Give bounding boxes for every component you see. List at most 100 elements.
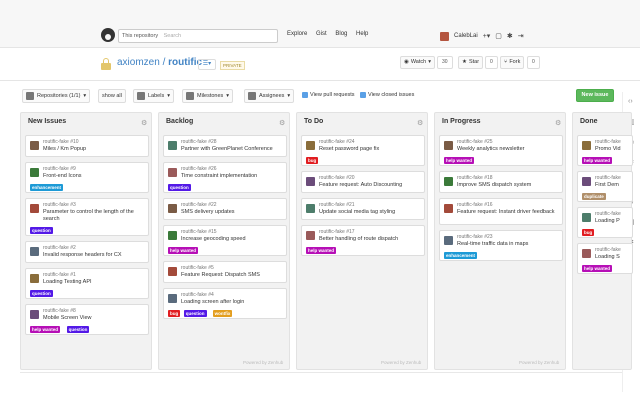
label-help-wanted[interactable]: help wanted (582, 265, 613, 272)
issue-card[interactable]: routific-fake #26 Time constraint impleme… (163, 162, 287, 193)
issue-title[interactable]: Partner with GreenPlanet Conference (181, 146, 283, 153)
issue-card[interactable]: routific-fake #5 Feature Request: Dispatc… (163, 261, 287, 283)
issue-card[interactable]: routific-fake #28 Partner with GreenPlane… (163, 135, 287, 157)
issue-title[interactable]: Front-end Icons (43, 173, 145, 180)
label-question[interactable]: question (168, 184, 191, 191)
issue-title[interactable]: Feature request: Instant driver feedback (457, 209, 559, 216)
issue-card[interactable]: routific-fake #15 Increase geocoding spee… (163, 225, 287, 256)
issue-title[interactable]: Loading P (595, 218, 635, 225)
issue-number[interactable]: routific-fake #17 (319, 229, 355, 235)
column-gear-icon[interactable]: ⚙ (279, 119, 285, 127)
issue-number[interactable]: routific-fake #10 (43, 139, 79, 145)
sign-out-icon[interactable]: ⇥ (518, 32, 524, 40)
label-bug[interactable]: bug (306, 157, 319, 164)
issue-card[interactable]: routific-fake #16 Feature request: Instan… (439, 198, 563, 225)
view-closed-issues-checkbox[interactable]: View closed issues (360, 92, 414, 98)
watch-button[interactable]: ◉ Watch ▾ (400, 56, 435, 69)
issue-number[interactable]: routific-fake #18 (457, 175, 493, 181)
list-view-icon[interactable]: ☰▾ (198, 59, 216, 70)
issue-card[interactable]: routific-fake #24 Reset password page fix… (301, 135, 425, 166)
horizontal-scrollbar[interactable] (20, 372, 622, 373)
repo-owner[interactable]: axiomzen (117, 57, 160, 68)
star-count[interactable]: 0 (485, 56, 498, 69)
label-enhancement[interactable]: enhancement (444, 252, 478, 259)
label-bug[interactable]: bug (582, 229, 595, 236)
issue-card[interactable]: routific-fake #10 Miles / Km Popup (25, 135, 149, 157)
label-question[interactable]: question (66, 326, 90, 333)
label-duplicate[interactable]: duplicate (582, 193, 606, 200)
issue-number[interactable]: routific-fake #28 (181, 139, 217, 145)
fork-count[interactable]: 0 (527, 56, 540, 69)
issue-title[interactable]: Feature Request: Dispatch SMS (181, 272, 283, 279)
label-help-wanted[interactable]: help wanted (306, 247, 337, 254)
issue-title[interactable]: Weekly analytics newsletter (457, 146, 559, 153)
issue-title[interactable]: Invalid response headers for CX (43, 252, 145, 259)
issue-card[interactable]: routific-fake #1 Loading Testing API quest… (25, 268, 149, 299)
issue-card[interactable]: routific-fake #3 Parameter to control the… (25, 198, 149, 236)
column-gear-icon[interactable]: ⚙ (555, 119, 561, 127)
issue-card[interactable]: routific-fake #2 Invalid response headers… (25, 241, 149, 263)
issue-card[interactable]: routific-fake #20 Feature request: Auto D… (301, 171, 425, 193)
issue-card[interactable]: routific-fake #22 SMS delivery updates (163, 198, 287, 220)
issue-title[interactable]: Loading Testing API (43, 279, 145, 286)
issue-card[interactable]: routific-fake #17 Better handling of rout… (301, 225, 425, 256)
label-help-wanted[interactable]: help wanted (168, 247, 199, 254)
issue-number[interactable]: routific-fake #5 (181, 265, 214, 271)
issue-title[interactable]: Better handling of route dispatch (319, 236, 421, 243)
label-help-wanted[interactable]: help wanted (444, 157, 475, 164)
column-gear-icon[interactable]: ⚙ (417, 119, 423, 127)
nav-blog[interactable]: Blog (335, 31, 347, 37)
issue-title[interactable]: Promo Vid (595, 146, 635, 153)
milestones-filter[interactable]: Milestones ▾ (182, 89, 234, 103)
issue-card[interactable]: routific-fake #4 Loading screen after log… (163, 288, 287, 319)
label-wontfix[interactable]: wontfix (212, 310, 233, 317)
view-pull-requests-checkbox[interactable]: View pull requests (302, 92, 355, 98)
issue-title[interactable]: Loading screen after login (181, 299, 283, 306)
issue-number[interactable]: routific-fake #4 (181, 292, 214, 298)
show-all-button[interactable]: show all (98, 89, 126, 103)
issue-number[interactable]: routific-fake #25 (457, 139, 493, 145)
label-help-wanted[interactable]: help wanted (30, 326, 61, 333)
issue-title[interactable]: Reset password page fix (319, 146, 421, 153)
issue-number[interactable]: routific-fake #1 (43, 272, 76, 278)
issue-card[interactable]: routific-fake First Dem duplicate (577, 171, 633, 202)
code-icon[interactable]: ‹› (628, 98, 633, 105)
issue-card[interactable]: routific-fake #23 Real-time traffic data … (439, 230, 563, 261)
label-question[interactable]: question (183, 310, 207, 317)
issue-number[interactable]: routific-fake #2 (43, 245, 76, 251)
issue-number[interactable]: routific-fake #24 (319, 139, 355, 145)
issue-title[interactable]: First Dem (595, 182, 635, 189)
issue-number[interactable]: routific-fake #20 (319, 175, 355, 181)
issue-number[interactable]: routific-fake #8 (43, 308, 76, 314)
issue-card[interactable]: routific-fake #9 Front-end Icons enhanceme… (25, 162, 149, 193)
issue-number[interactable]: routific-fake #15 (181, 229, 217, 235)
label-question[interactable]: question (30, 227, 53, 234)
issue-card[interactable]: routific-fake #18 Improve SMS dispatch sy… (439, 171, 563, 193)
notifications-icon[interactable]: ▢ (495, 32, 502, 40)
issue-card[interactable]: routific-fake Promo Vid help wanted (577, 135, 633, 166)
repositories-filter[interactable]: Repositories (1/1) ▾ (22, 89, 91, 103)
labels-filter[interactable]: Labels ▾ (133, 89, 174, 103)
issue-title[interactable]: Feature request: Auto Discounting (319, 182, 421, 189)
issue-number[interactable]: routific-fake #23 (457, 234, 493, 240)
assignees-filter[interactable]: Assignees ▾ (244, 89, 295, 103)
repo-name[interactable]: routific (168, 57, 202, 68)
issue-card[interactable]: routific-fake #21 Update social media tag… (301, 198, 425, 220)
issue-title[interactable]: Improve SMS dispatch system (457, 182, 559, 189)
avatar[interactable] (440, 31, 449, 41)
fork-button[interactable]: ⑂ Fork (500, 56, 525, 69)
issue-title[interactable]: SMS delivery updates (181, 209, 283, 216)
issue-number[interactable]: routific-fake (595, 175, 621, 181)
issue-title[interactable]: Update social media tag styling (319, 209, 421, 216)
issue-number[interactable]: routific-fake #21 (319, 202, 355, 208)
issue-card[interactable]: routific-fake #25 Weekly analytics newsle… (439, 135, 563, 166)
search-input[interactable]: This repository Search (118, 29, 278, 43)
issue-number[interactable]: routific-fake #22 (181, 202, 217, 208)
issue-number[interactable]: routific-fake (595, 247, 621, 253)
issue-title[interactable]: Miles / Km Popup (43, 146, 145, 153)
nav-gist[interactable]: Gist (316, 31, 327, 37)
nav-help[interactable]: Help (356, 31, 368, 37)
new-issue-button[interactable]: New issue (576, 89, 614, 102)
issue-card[interactable]: routific-fake Loading S help wanted (577, 243, 633, 274)
issue-number[interactable]: routific-fake #16 (457, 202, 493, 208)
